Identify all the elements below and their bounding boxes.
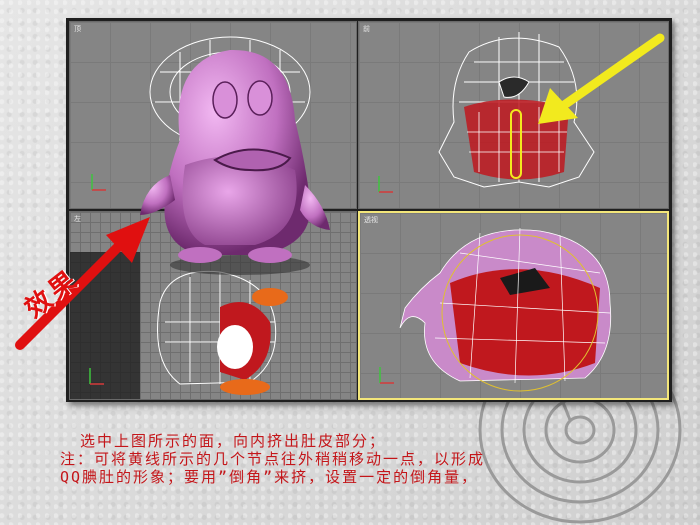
axis-gizmo-icon [378, 176, 393, 193]
axis-gizmo-icon [91, 174, 106, 191]
perspective-model [379, 227, 612, 392]
viewport-perspective[interactable]: 透视 [358, 211, 669, 400]
instruction-caption: 选中上图所示的面，向内挤出肚皮部分； 注：可将黄线所示的几个节点往外稍稍移动一点… [60, 432, 690, 486]
axis-gizmo-icon [379, 367, 394, 384]
caption-line: QQ腆肚的形象；要用”倒角”来挤，设置一定的倒角量， [60, 468, 479, 486]
caption-line: 注：可将黄线所示的几个节点往外稍稍移动一点，以形成 [60, 450, 486, 468]
red-arrow-icon [15, 217, 150, 350]
caption-line: 选中上图所示的面，向内挤出肚皮部分； [80, 432, 387, 450]
yellow-arrow-icon [538, 33, 665, 124]
